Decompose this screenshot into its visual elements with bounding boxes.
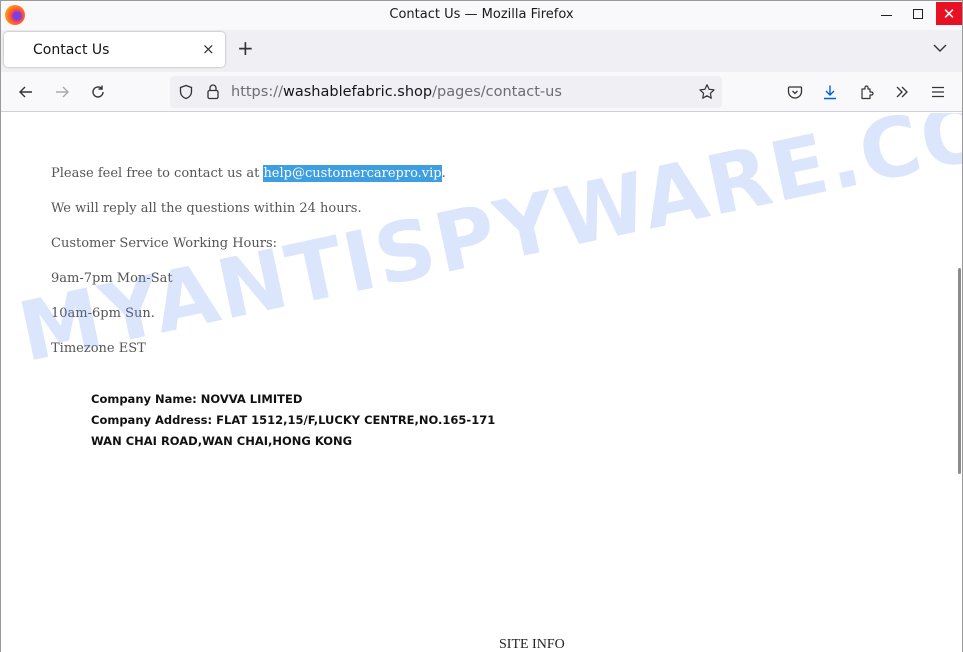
lock-icon[interactable]: [205, 83, 221, 100]
back-button[interactable]: [16, 82, 36, 102]
vertical-scrollbar[interactable]: [958, 268, 961, 474]
weekday-hours-text: 9am-7pm Mon-Sat: [51, 271, 173, 286]
tab-close-button[interactable]: ×: [202, 40, 215, 58]
site-info-heading: SITE INFO: [499, 637, 565, 652]
forward-icon: [56, 86, 69, 98]
menu-icon: [932, 86, 944, 98]
navigation-toolbar: https://washablefabric.shop/pages/contac…: [1, 72, 962, 112]
pocket-icon: [787, 86, 803, 99]
shield-icon[interactable]: [178, 84, 194, 100]
working-hours-heading: Customer Service Working Hours:: [51, 236, 278, 251]
url-text[interactable]: https://washablefabric.shop/pages/contac…: [231, 84, 562, 100]
page-content: Please feel free to contact us at help@c…: [1, 113, 962, 652]
contact-email-link[interactable]: help@customercarepro.vip: [263, 165, 442, 182]
tab-strip: Contact Us × +: [1, 30, 962, 72]
app-menu-button[interactable]: [928, 82, 948, 102]
maximize-button[interactable]: [904, 1, 931, 27]
minimize-button[interactable]: [873, 1, 900, 27]
sunday-hours-text: 10am-6pm Sun.: [51, 306, 155, 321]
url-path: /pages/contact-us: [432, 84, 562, 100]
tab-label: Contact Us: [33, 42, 110, 58]
window-titlebar: Contact Us — Mozilla Firefox ✕: [1, 1, 962, 30]
url-scheme: https://: [231, 84, 283, 100]
tab-contact-us[interactable]: Contact Us ×: [4, 32, 225, 67]
minimize-icon: [881, 14, 892, 16]
reload-button[interactable]: [88, 82, 108, 102]
window-title: Contact Us — Mozilla Firefox: [389, 7, 574, 22]
close-window-button[interactable]: ✕: [936, 2, 962, 25]
url-bar[interactable]: https://washablefabric.shop/pages/contac…: [170, 76, 722, 108]
extensions-button[interactable]: [857, 82, 877, 102]
more-tools-button[interactable]: [892, 82, 912, 102]
timezone-text: Timezone EST: [51, 341, 146, 356]
forward-button[interactable]: [52, 82, 72, 102]
url-host: washablefabric.shop: [282, 84, 433, 100]
maximize-icon: [912, 9, 923, 19]
reload-icon: [92, 85, 104, 98]
company-name: Company Name: NOVVA LIMITED: [91, 392, 303, 406]
contact-suffix: .: [441, 166, 446, 181]
extensions-icon: [861, 85, 874, 100]
list-all-tabs-chevron-down-icon[interactable]: [932, 40, 948, 56]
bookmark-star-icon[interactable]: [698, 83, 716, 101]
close-icon: ✕: [942, 4, 956, 23]
download-icon: [824, 85, 836, 100]
company-address-line-1: Company Address: FLAT 1512,15/F,LUCKY CE…: [91, 413, 496, 427]
pocket-button[interactable]: [785, 82, 805, 102]
overflow-icon: [896, 86, 908, 98]
back-icon: [19, 86, 32, 98]
contact-line: Please feel free to contact us at help@c…: [51, 165, 446, 182]
new-tab-button[interactable]: +: [237, 38, 254, 58]
downloads-button[interactable]: [820, 82, 840, 102]
company-address-line-2: WAN CHAI ROAD,WAN CHAI,HONG KONG: [91, 434, 353, 448]
contact-prefix: Please feel free to contact us at: [51, 166, 264, 181]
reply-time-text: We will reply all the questions within 2…: [51, 201, 362, 216]
